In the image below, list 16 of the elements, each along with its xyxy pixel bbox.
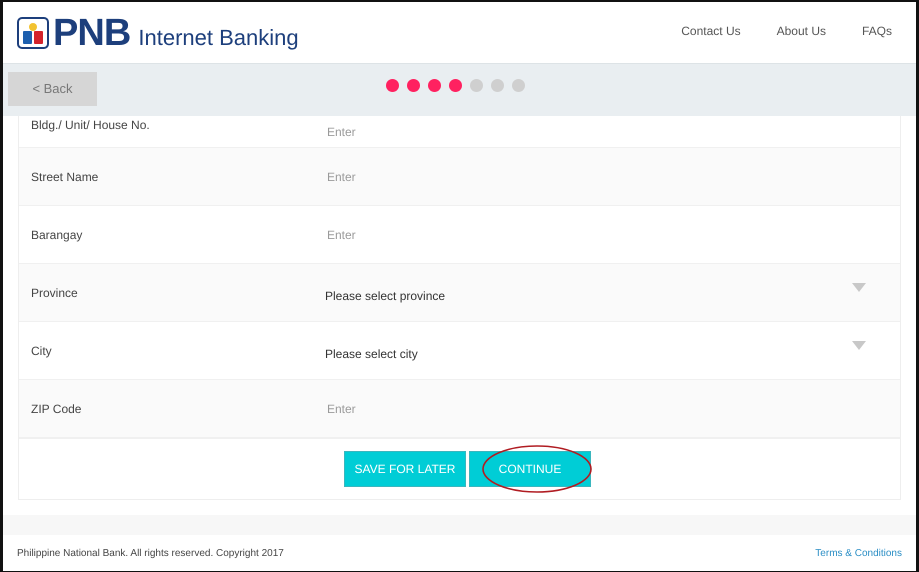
copyright-text: Philippine National Bank. All rights reserved. Copyright 2017 bbox=[17, 546, 284, 560]
field-label: ZIP Code bbox=[19, 380, 315, 438]
logo-emblem-icon bbox=[17, 16, 49, 48]
dropdown-caret-icon bbox=[852, 283, 866, 292]
nav-link[interactable]: FAQs bbox=[862, 22, 892, 40]
nav-link[interactable]: Contact Us bbox=[681, 22, 741, 40]
select-dropdown[interactable]: Please select province bbox=[315, 264, 900, 322]
brand-logo-text: PNB bbox=[53, 14, 130, 52]
input-field[interactable]: Enter bbox=[315, 380, 900, 438]
dropdown-caret-icon bbox=[852, 341, 866, 350]
nav-link[interactable]: About Us bbox=[776, 22, 826, 40]
input-field[interactable]: Enter bbox=[315, 148, 900, 206]
field-label: Street Name bbox=[19, 148, 315, 206]
product-title: Internet Banking bbox=[138, 24, 299, 52]
terms-link[interactable]: Terms & Conditions bbox=[815, 546, 902, 560]
field-label: Province bbox=[19, 264, 315, 322]
